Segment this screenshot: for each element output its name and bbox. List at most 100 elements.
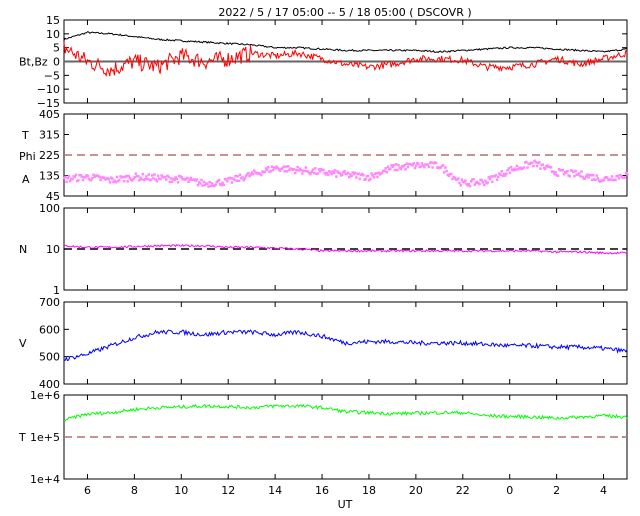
phi-point — [241, 176, 244, 179]
phi-point — [488, 177, 492, 181]
phi-point — [108, 181, 112, 184]
x-axis-label: UT — [338, 498, 353, 511]
phi-point — [201, 184, 204, 187]
panel-v: 700600500400V — [19, 296, 628, 391]
phi-point — [80, 175, 84, 178]
x-tick-label: 18 — [362, 484, 376, 497]
phi-point — [303, 169, 306, 173]
phi-point — [561, 168, 564, 172]
phi-point — [156, 174, 160, 178]
phi-point — [482, 183, 486, 187]
phi-point — [413, 166, 417, 170]
x-tick-label: 20 — [409, 484, 423, 497]
phi-point — [326, 173, 330, 177]
phi-point — [208, 180, 211, 184]
phi-point — [509, 165, 513, 169]
phi-point — [393, 168, 397, 172]
phi-point — [170, 180, 174, 184]
phi-point — [385, 170, 389, 174]
phi-point — [210, 182, 214, 185]
phi-point — [267, 165, 270, 169]
phi-point — [229, 177, 233, 180]
panel-label: Phi — [19, 150, 36, 163]
y-tick-label: 0 — [53, 56, 60, 69]
phi-point — [534, 160, 538, 164]
phi-point — [623, 176, 627, 179]
phi-point — [346, 171, 350, 175]
phi-point — [394, 163, 398, 166]
solar-wind-chart: 2022 / 5 / 17 05:00 -- 5 / 18 05:00 ( DS… — [18, 6, 629, 511]
phi-point — [343, 169, 346, 173]
phi-point — [271, 168, 275, 172]
phi-point — [383, 169, 386, 173]
phi-point — [496, 175, 500, 179]
y-tick-label: 225 — [39, 149, 60, 162]
phi-point — [468, 184, 472, 188]
phi-point — [514, 168, 518, 171]
phi-point — [251, 173, 255, 176]
phi-point — [118, 178, 121, 182]
phi-point — [226, 180, 229, 183]
phi-point — [417, 162, 420, 166]
x-tick-label: 14 — [268, 484, 282, 497]
phi-point — [423, 165, 426, 169]
phi-point — [494, 174, 498, 177]
phi-point — [574, 169, 577, 173]
phi-point — [155, 179, 159, 183]
phi-point — [247, 171, 250, 175]
phi-point — [99, 178, 102, 182]
phi-point — [403, 163, 406, 167]
panel-label: T — [18, 431, 26, 444]
phi-point — [340, 173, 344, 177]
y-tick-label: 1e+6 — [30, 389, 60, 402]
phi-point — [125, 174, 128, 178]
phi-point — [566, 169, 569, 173]
phi-point — [596, 177, 600, 180]
phi-point — [134, 172, 138, 175]
phi-point — [458, 181, 461, 185]
phi-point — [515, 164, 519, 168]
phi-point — [146, 177, 149, 181]
phi-point — [434, 161, 438, 165]
phi-point — [353, 171, 357, 175]
panel-label: Bt,Bz — [19, 56, 48, 69]
phi-point — [138, 179, 141, 182]
phi-point — [355, 176, 358, 179]
phi-point — [77, 179, 80, 182]
x-tick-label: 10 — [174, 484, 188, 497]
phi-point — [538, 161, 541, 164]
y-tick-label: −10 — [37, 83, 60, 96]
phi-point — [419, 165, 423, 168]
y-tick-label: 135 — [39, 170, 60, 183]
phi-point — [141, 172, 145, 176]
phi-point — [145, 175, 148, 178]
phi-point — [335, 175, 338, 178]
phi-point — [486, 181, 489, 184]
phi-point — [187, 180, 190, 184]
phi-point — [522, 166, 526, 169]
phi-point — [431, 166, 434, 169]
phi-point — [505, 172, 508, 176]
phi-point — [214, 183, 217, 187]
phi-point — [81, 178, 85, 182]
phi-point — [122, 179, 126, 183]
phi-point — [478, 182, 481, 186]
phi-point — [330, 172, 333, 176]
phi-point — [358, 177, 362, 181]
phi-point — [221, 181, 224, 184]
phi-point — [573, 174, 576, 178]
phi-point — [263, 170, 267, 173]
phi-point — [357, 172, 360, 175]
phi-point — [196, 183, 200, 187]
phi-point — [84, 176, 87, 179]
phi-point — [444, 166, 447, 169]
phi-point — [299, 169, 303, 172]
phi-point — [389, 167, 392, 170]
phi-point — [594, 178, 597, 182]
phi-point — [284, 165, 288, 168]
phi-point — [610, 175, 614, 178]
panel-phi: 40531522513545TPhiA — [19, 108, 629, 203]
phi-point — [150, 174, 154, 177]
phi-point — [441, 164, 445, 167]
phi-point — [269, 169, 272, 173]
